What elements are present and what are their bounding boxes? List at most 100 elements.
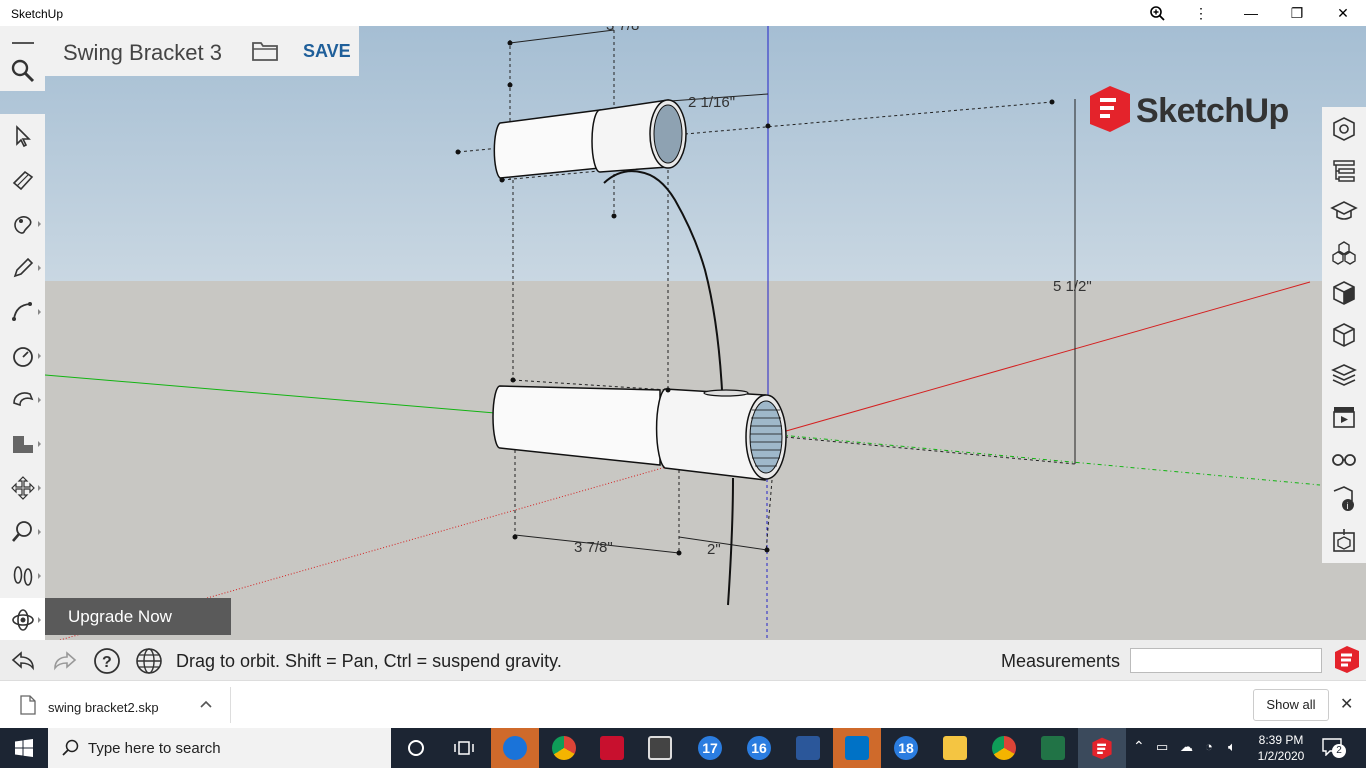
volume-icon[interactable]: 🔈︎ [1228,739,1236,755]
model-viewport[interactable]: 3 7/8" 2 1/16" 5 1/2" 3 7/8" 2" [0,26,1366,640]
entity-info-icon[interactable] [1330,115,1358,143]
select-icon [15,125,31,148]
acrobat-icon[interactable] [588,728,636,768]
scenes-icon[interactable] [1330,403,1358,431]
help-icon[interactable]: ? [92,646,122,676]
push-pull-icon [12,392,33,407]
status-bar: ? Drag to orbit. Shift = Pan, Ctrl = sus… [0,640,1366,680]
layers-icon[interactable] [1330,361,1358,389]
pencil-tool[interactable] [0,246,45,290]
sketchup-taskbar-icon[interactable] [1078,728,1126,768]
word-icon[interactable] [784,728,832,768]
dimension-bottom-left: 3 7/8" [574,539,613,556]
windows-taskbar: Type here to search 17 16 18 ⌃ ▭ ☁ ◔ 🔈︎ … [0,728,1366,768]
search-icon[interactable] [10,58,36,84]
menu-search-panel[interactable] [0,26,45,91]
logo-text: SketchUp [1136,92,1289,130]
close-button[interactable]: ✕ [1320,0,1366,26]
task-view-icon[interactable] [440,728,488,768]
tape-measure-icon [12,347,33,367]
chevron-up-icon[interactable] [199,699,213,709]
file-icon [20,695,36,715]
move-icon [10,476,35,500]
offset-icon [12,436,33,453]
svg-text:i: i [1347,501,1349,511]
downloads-bar: swing bracket2.skp Show all ✕ [0,680,1366,728]
push-pull-tool[interactable] [0,378,45,422]
svg-text:?: ? [102,654,112,671]
orbit-tool[interactable] [0,598,45,642]
chrome-icon[interactable] [540,728,588,768]
system-clock[interactable]: 8:39 PM 1/2/2020 [1252,732,1310,764]
show-all-button[interactable]: Show all [1253,689,1329,721]
tape-measure-tool[interactable] [0,334,45,378]
upper-bracket[interactable] [493,99,687,179]
sketchup-app-icon[interactable] [1332,644,1362,674]
outlook-icon[interactable] [833,728,881,768]
paint-icon [13,216,31,234]
eraser-tool[interactable] [0,158,45,202]
zoom-tool[interactable] [0,510,45,554]
wifi-icon[interactable]: ◔ [1205,739,1213,754]
save-button[interactable]: SAVE [303,41,351,62]
app-badge-18[interactable]: 18 [882,728,930,768]
excel-icon[interactable] [1029,728,1077,768]
taskbar-search[interactable]: Type here to search [48,728,391,768]
onedrive-icon[interactable]: ☁ [1180,739,1193,755]
measurements-input[interactable] [1130,648,1322,673]
solid-tools-icon[interactable] [1330,279,1358,307]
display-icon[interactable] [1330,445,1358,473]
orbit-icon [11,609,34,631]
walk-icon [13,566,32,586]
more-options-icon[interactable]: ⋮ [1178,0,1224,26]
download-file-name[interactable]: swing bracket2.skp [48,700,159,715]
app-badge-16[interactable]: 16 [735,728,783,768]
dimension-height: 5 1/2" [1053,278,1092,295]
outliner-icon[interactable] [1330,157,1358,185]
edge-icon[interactable] [491,728,539,768]
select-tool[interactable] [0,114,45,158]
move-tool[interactable] [0,466,45,510]
calculator-icon[interactable] [636,728,684,768]
lower-bracket[interactable] [492,385,787,481]
offset-tool[interactable] [0,422,45,466]
close-downloads-icon[interactable]: ✕ [1340,694,1353,714]
redo-icon[interactable] [50,646,80,676]
export-icon[interactable] [1330,527,1358,555]
chevron-up-icon[interactable]: ⌃ [1133,738,1145,755]
file-explorer-icon[interactable] [931,728,979,768]
swing-chain-lower [727,477,734,606]
pencil-icon [13,257,33,278]
chrome-icon-2[interactable] [980,728,1028,768]
arc-tool[interactable] [0,290,45,334]
windows-start-icon[interactable] [15,739,33,757]
dimension-lines [509,29,1076,554]
notifications-icon[interactable]: 2 [1322,738,1346,758]
green-axis-dotted [779,434,1321,486]
dimension-top-partial: 3 7/8" [606,26,645,34]
globe-icon[interactable] [134,646,164,676]
walk-tool[interactable] [0,554,45,598]
cortana-icon[interactable] [392,728,440,768]
model-info-icon[interactable]: i [1330,485,1358,513]
materials-icon[interactable] [1330,321,1358,349]
upgrade-now-button[interactable]: Upgrade Now [45,598,231,635]
paint-tool[interactable] [0,202,45,246]
divider [230,687,231,723]
notification-count: 2 [1332,744,1346,758]
minimize-button[interactable]: — [1228,0,1274,26]
arc-icon [11,302,32,321]
zoom-icon[interactable] [1134,0,1180,26]
window-title: SketchUp [11,7,64,21]
instructor-icon[interactable] [1330,197,1358,225]
measurements-label: Measurements [1001,651,1121,671]
window-titlebar: SketchUp ⋮ — ❐ ✕ [0,0,1366,26]
components-icon[interactable] [1330,239,1358,267]
battery-icon[interactable]: ▭ [1156,739,1168,755]
folder-icon[interactable] [251,38,279,67]
dimension-bottom-right: 2" [707,541,721,558]
app-badge-17[interactable]: 17 [686,728,734,768]
restore-button[interactable]: ❐ [1274,0,1320,26]
undo-icon[interactable] [8,646,38,676]
zoom-extents-icon [11,521,32,542]
